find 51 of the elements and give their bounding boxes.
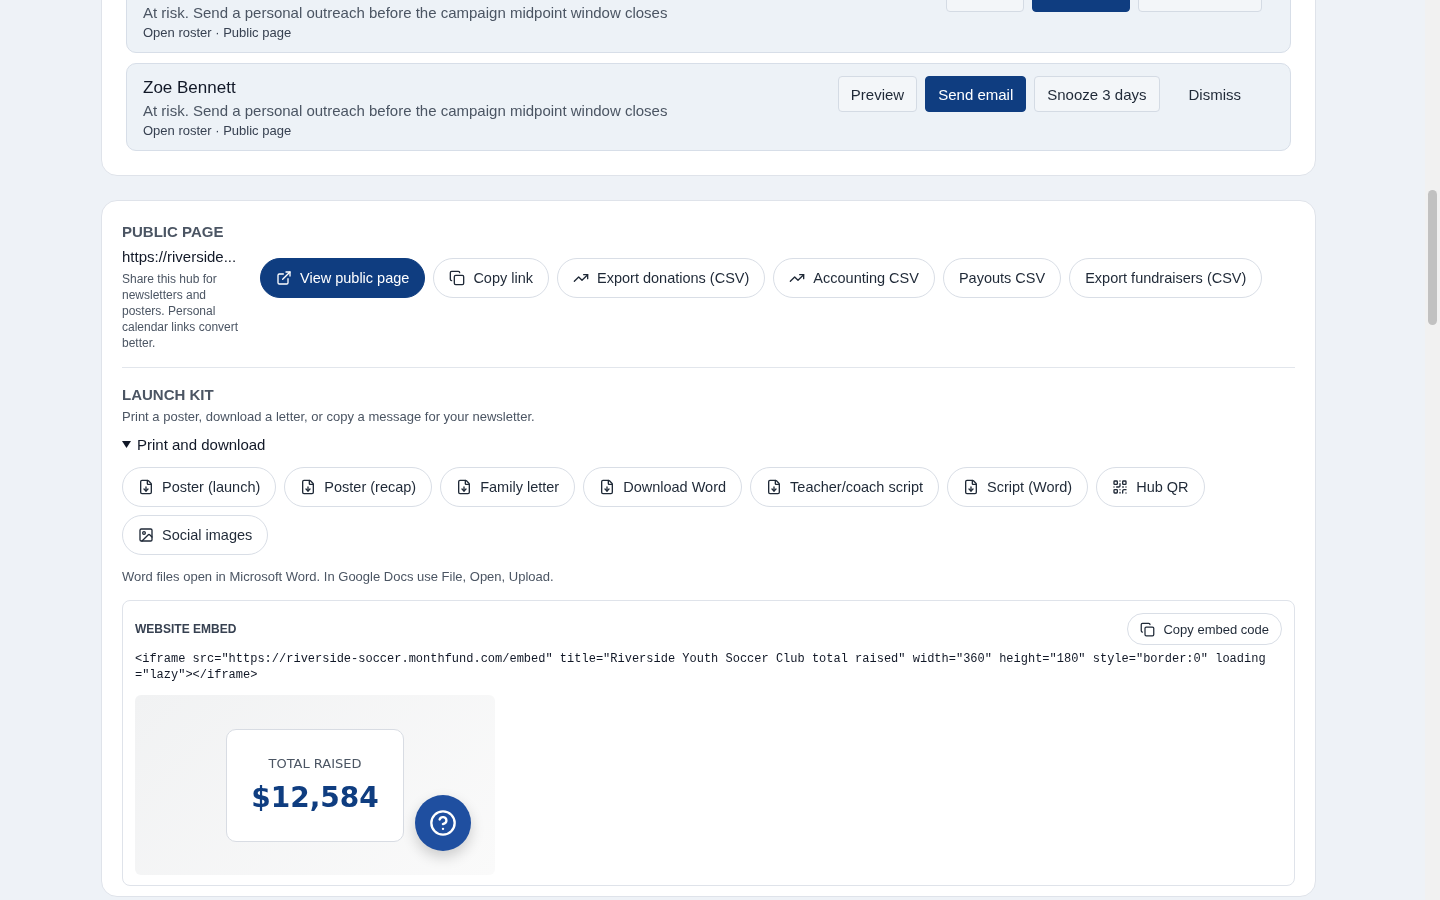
file-download-icon xyxy=(766,479,783,495)
download-button[interactable]: Teacher/coach script xyxy=(750,467,940,507)
copy-icon xyxy=(1140,621,1156,637)
download-button[interactable]: Download Word xyxy=(583,467,743,507)
action-button[interactable]: Export donations (CSV) xyxy=(557,258,766,298)
embed-title: WEBSITE EMBED xyxy=(135,622,237,636)
copy-embed-button[interactable]: Copy embed code xyxy=(1127,613,1282,645)
embed-code: <iframe src="https://riverside-soccer.monthfund.com/embed" title="Riverside Youth Soccer Club total raised" width="360" height="180" style="border:0" loading ="lazy"></iframe> xyxy=(135,651,1267,683)
section-title: PUBLIC PAGE xyxy=(122,223,225,240)
file-download-icon xyxy=(138,479,154,495)
download-button[interactable]: Poster (recap) xyxy=(284,467,433,507)
action-button[interactable]: Preview xyxy=(837,76,918,112)
file-download-icon xyxy=(300,479,317,495)
alert-meta: Open roster · Public page xyxy=(143,123,293,138)
external-link-icon xyxy=(276,270,292,286)
action-button[interactable]: Payouts CSV xyxy=(942,258,1062,298)
action-button[interactable]: Accounting CSV xyxy=(773,258,935,298)
action-button[interactable]: Dismiss xyxy=(1167,76,1262,112)
scroll-thumb[interactable] xyxy=(1428,190,1437,325)
file-download-icon xyxy=(963,479,980,495)
public-note: Share this hub for newsletters and posters. Personal calendar links convert better. xyxy=(122,271,240,351)
supporter-name: Zoe Bennett xyxy=(143,78,237,98)
action-button[interactable]: View public page xyxy=(260,258,426,298)
help-button[interactable] xyxy=(415,795,471,851)
image-icon xyxy=(138,527,154,543)
action-button[interactable]: Send email xyxy=(925,76,1027,112)
file-download-icon xyxy=(599,479,616,495)
download-button[interactable]: Social images xyxy=(122,515,269,555)
download-button[interactable]: Hub QR xyxy=(1096,467,1205,507)
download-button[interactable]: Poster (launch) xyxy=(122,467,277,507)
scrollbar[interactable] xyxy=(1425,0,1440,900)
download-button[interactable]: Script (Word) xyxy=(947,467,1089,507)
disclosure-toggle[interactable]: Print and download xyxy=(122,436,1295,453)
total-label: TOTAL RAISED xyxy=(268,756,362,771)
total-amount: $12,584 xyxy=(251,781,379,814)
alert-message: At risk. Send a personal outreach before the campaign midpoint window closes xyxy=(143,4,668,21)
section-title: LAUNCH KIT xyxy=(122,386,215,403)
public-url: https://riverside... xyxy=(122,248,238,265)
action-button[interactable]: Snooze 3 days xyxy=(1034,76,1160,112)
qr-code-icon xyxy=(1112,479,1129,495)
download-button[interactable]: Family letter xyxy=(440,467,576,507)
alert-message: At risk. Send a personal outreach before the campaign midpoint window closes xyxy=(143,102,668,119)
file-download-icon xyxy=(456,479,473,495)
copy-icon xyxy=(449,270,466,286)
section-subtitle: Print a poster, download a letter, or copy a message for your newsletter. xyxy=(122,409,536,424)
triangle-icon xyxy=(122,440,131,449)
action-button[interactable]: Export fundraisers (CSV) xyxy=(1069,258,1263,298)
action-button[interactable]: Copy link xyxy=(433,258,549,298)
help-icon xyxy=(429,809,457,837)
footnote: Word files open in Microsoft Word. In Google Docs use File, Open, Upload. xyxy=(122,569,555,584)
alert-meta: Open roster · Public page xyxy=(143,25,293,40)
